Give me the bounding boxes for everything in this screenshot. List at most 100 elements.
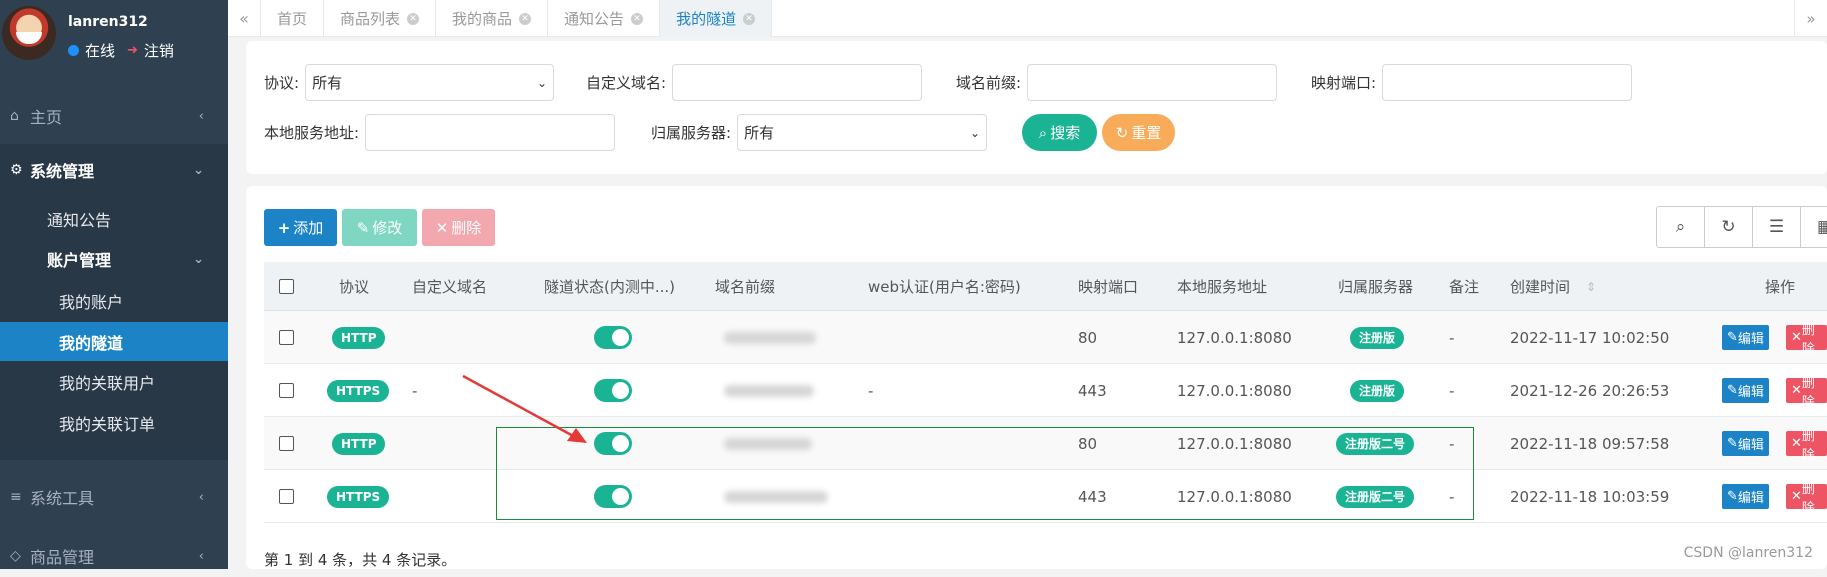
tab-bar: « 首页 商品列表 ✕ 我的商品 ✕ 通知公告 ✕ 我的隧道 ✕ »: [228, 0, 1827, 37]
row-edit-button[interactable]: ✎ 编辑: [1722, 484, 1769, 509]
th-status: 隧道状态(内测中...): [544, 278, 676, 296]
th-created[interactable]: 创建时间 ⇕: [1510, 262, 1596, 311]
tab-my-goods[interactable]: 我的商品 ✕: [436, 0, 549, 37]
local-cell: 127.0.0.1:8080: [1177, 328, 1292, 347]
delete-button[interactable]: ✕ 删除: [422, 209, 495, 246]
tab-my-tunnel[interactable]: 我的隧道 ✕: [660, 0, 773, 37]
sidebar-item-notice[interactable]: 通知公告: [0, 200, 228, 238]
row-edit-button[interactable]: ✎ 编辑: [1722, 378, 1769, 403]
close-icon[interactable]: ✕: [631, 12, 644, 25]
prefix-filter: 域名前缀:: [956, 64, 1278, 101]
reset-button[interactable]: ↻ 重置: [1102, 114, 1175, 151]
logout-icon[interactable]: ➜: [127, 43, 138, 58]
webauth-cell: -: [868, 381, 874, 400]
times-icon: ✕: [1791, 383, 1802, 398]
sidebar-item-system[interactable]: ⚙ 系统管理 ⌄: [0, 150, 228, 190]
domain-cell: -: [412, 381, 418, 400]
close-icon[interactable]: ✕: [743, 12, 756, 25]
refresh-icon[interactable]: ↻: [1705, 207, 1753, 247]
th-ops: 操作: [1765, 278, 1796, 296]
tabs-prev-icon[interactable]: «: [228, 0, 261, 37]
row-edit-button[interactable]: ✎ 编辑: [1722, 325, 1769, 350]
tab-home[interactable]: 首页: [261, 0, 325, 37]
chevron-left-icon: ‹: [198, 108, 204, 124]
sidebar-item-account[interactable]: 账户管理 ⌄: [0, 240, 228, 278]
row-checkbox[interactable]: [279, 383, 294, 398]
chevron-down-icon: ⌄: [537, 75, 548, 90]
times-icon: ✕: [1791, 330, 1802, 345]
tunnel-status-toggle[interactable]: [594, 326, 632, 349]
domain-input[interactable]: [672, 64, 923, 101]
prefix-input[interactable]: [1027, 64, 1278, 101]
created-cell: 2021-12-26 20:26:53: [1510, 381, 1670, 400]
refresh-icon: ↻: [1115, 123, 1129, 142]
server-select[interactable]: 所有 ⌄: [737, 114, 988, 151]
blurred-prefix: [724, 331, 816, 344]
tabs-next-icon[interactable]: »: [1794, 0, 1827, 37]
row-delete-button[interactable]: ✕ 删除: [1786, 376, 1827, 410]
highlight-box: [496, 427, 1474, 520]
sidebar-item-home[interactable]: ⌂ 主页 ‹: [0, 95, 228, 137]
close-icon[interactable]: ✕: [407, 12, 420, 25]
chevron-left-icon: ‹: [198, 489, 204, 505]
local-filter: 本地服务地址:: [264, 114, 616, 151]
online-status: 在线: [85, 42, 116, 60]
columns-icon[interactable]: ☰: [1753, 207, 1801, 247]
sidebar-item-my-users[interactable]: 我的关联用户: [0, 362, 228, 401]
row-checkbox[interactable]: [279, 330, 294, 345]
row-edit-button[interactable]: ✎ 编辑: [1722, 431, 1769, 456]
logout-link[interactable]: 注销: [144, 40, 174, 61]
chevron-down-icon: ⌄: [970, 125, 981, 140]
note-cell: -: [1449, 381, 1455, 400]
local-address-input[interactable]: [365, 114, 616, 151]
grid-icon[interactable]: ▦: [1801, 207, 1827, 247]
created-cell: 2022-11-17 10:02:50: [1510, 328, 1670, 347]
tab-goods-list[interactable]: 商品列表 ✕: [324, 0, 437, 37]
chevron-down-icon: ⌄: [193, 251, 204, 267]
avatar: [2, 6, 56, 60]
th-server: 归属服务器: [1338, 278, 1414, 296]
th-local: 本地服务地址: [1177, 278, 1268, 296]
tunnel-status-toggle[interactable]: [594, 379, 632, 402]
close-icon[interactable]: ✕: [519, 12, 532, 25]
sidebar-item-my-account[interactable]: 我的账户: [0, 281, 228, 320]
edit-icon: ✎: [356, 218, 370, 237]
th-port: 映射端口: [1078, 278, 1139, 296]
created-cell: 2022-11-18 10:03:59: [1510, 487, 1670, 506]
row-delete-button[interactable]: ✕ 删除: [1786, 323, 1827, 357]
row-checkbox[interactable]: [279, 489, 294, 504]
table-header: 协议 自定义域名 隧道状态(内测中...) 域名前缀 web认证(用户名:密码)…: [264, 262, 1827, 311]
th-domain: 自定义域名: [412, 278, 488, 296]
annotation-arrow-icon: [462, 374, 587, 443]
port-input[interactable]: [1382, 64, 1633, 101]
edit-button[interactable]: ✎ 修改: [342, 209, 417, 246]
sidebar: lanren312 在线 ➜ 注销 ⌂ 主页 ‹ ⚙ 系统管理 ⌄ 通知公告 账…: [0, 0, 228, 569]
sidebar-item-goods[interactable]: ◇ 商品管理 ‹: [0, 535, 228, 577]
user-profile: lanren312 在线 ➜ 注销: [0, 0, 228, 72]
protocol-select[interactable]: 所有 ⌄: [305, 64, 555, 101]
sidebar-item-tools[interactable]: ≡ 系统工具 ‹: [0, 476, 228, 518]
local-cell: 127.0.0.1:8080: [1177, 381, 1292, 400]
note-cell: -: [1449, 328, 1455, 347]
gear-icon: ⚙: [10, 162, 23, 178]
port-cell: 443: [1078, 381, 1107, 400]
sidebar-item-my-tunnel[interactable]: 我的隧道: [0, 322, 228, 361]
row-delete-button[interactable]: ✕ 删除: [1786, 429, 1827, 463]
row-delete-button[interactable]: ✕ 删除: [1786, 482, 1827, 516]
tab-notice[interactable]: 通知公告 ✕: [548, 0, 661, 37]
sidebar-item-my-orders[interactable]: 我的关联订单: [0, 403, 228, 442]
th-note: 备注: [1449, 278, 1480, 296]
protocol-badge: HTTPS: [327, 379, 390, 402]
pagination-info: 第 1 到 4 条，共 4 条记录。: [264, 551, 457, 569]
th-protocol: 协议: [339, 278, 370, 296]
row-checkbox[interactable]: [279, 436, 294, 451]
add-button[interactable]: + 添加: [264, 209, 337, 246]
search-button[interactable]: ⌕ 搜索: [1022, 114, 1097, 151]
server-filter: 归属服务器: 所有 ⌄: [651, 114, 988, 151]
edit-icon: ✎: [1727, 489, 1738, 504]
times-icon: ✕: [435, 218, 449, 237]
search-panel: [246, 41, 1827, 174]
select-all-checkbox[interactable]: [279, 279, 294, 294]
blurred-prefix: [724, 384, 814, 397]
search-icon[interactable]: ⌕: [1657, 207, 1705, 247]
